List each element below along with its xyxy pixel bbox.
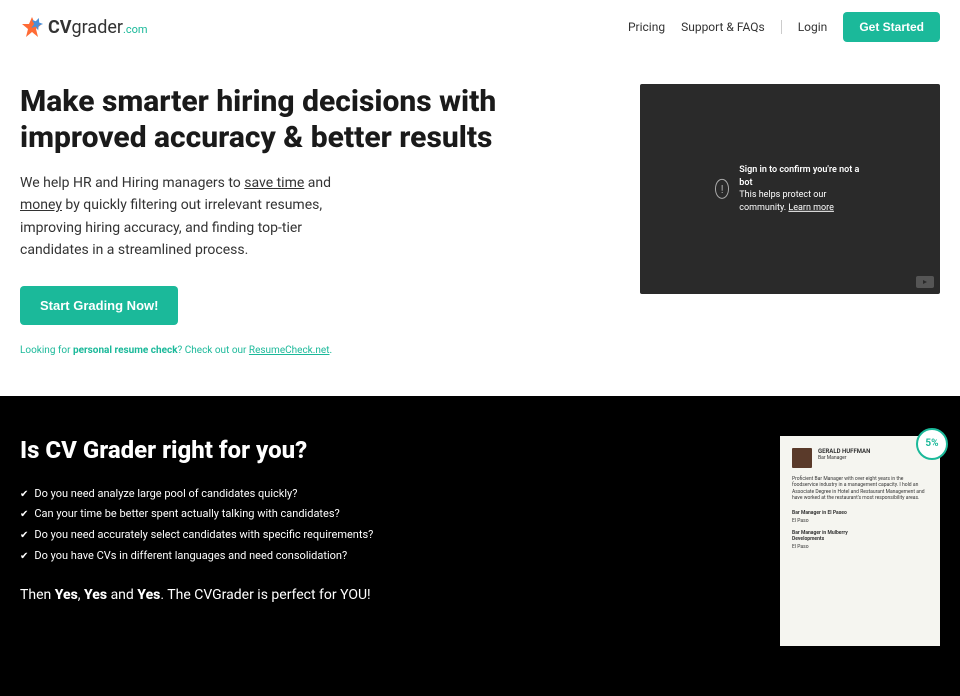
- checklist-item: ✔Can your time be better spent actually …: [20, 504, 740, 525]
- resume-preview: 5% GERALD HUFFMAN Bar Manager Proficient…: [780, 436, 940, 646]
- video-signin-text: Sign in to confirm you're not a bot: [739, 164, 865, 189]
- checklist-item: ✔Do you have CVs in different languages …: [20, 546, 740, 567]
- checklist-item: ✔Do you need accurately select candidate…: [20, 525, 740, 546]
- logo-text: CVgrader.com: [48, 17, 148, 38]
- check-icon: ✔: [20, 547, 28, 566]
- hero-description: We help HR and Hiring managers to save t…: [20, 172, 360, 262]
- nav-divider: [781, 20, 782, 34]
- nav: Pricing Support & FAQs Login Get Started: [628, 12, 940, 42]
- checklist: ✔Do you need analyze large pool of candi…: [20, 484, 740, 568]
- get-started-button[interactable]: Get Started: [843, 12, 940, 42]
- hero-subtext: Looking for personal resume check? Check…: [20, 345, 610, 356]
- check-icon: ✔: [20, 526, 28, 545]
- nav-support[interactable]: Support & FAQs: [681, 20, 765, 34]
- resumecheck-link[interactable]: ResumeCheck.net: [249, 345, 330, 356]
- check-icon: ✔: [20, 505, 28, 524]
- resume-photo: [792, 448, 812, 468]
- video-learn-more-link[interactable]: Learn more: [788, 203, 834, 213]
- resume-name: GERALD HUFFMAN: [818, 448, 870, 455]
- youtube-icon: [916, 276, 934, 288]
- hero-title: Make smarter hiring decisions with impro…: [20, 84, 610, 156]
- logo[interactable]: CVgrader.com: [20, 15, 148, 39]
- logo-icon: [20, 15, 44, 39]
- conclusion-text: Then Yes, Yes and Yes. The CVGrader is p…: [20, 587, 740, 603]
- start-grading-button[interactable]: Start Grading Now!: [20, 286, 178, 325]
- nav-pricing[interactable]: Pricing: [628, 20, 665, 34]
- section-title: Is CV Grader right for you?: [20, 436, 740, 464]
- video-overlay: ! Sign in to confirm you're not a bot Th…: [715, 164, 865, 214]
- info-icon: !: [715, 179, 729, 199]
- nav-login[interactable]: Login: [798, 20, 828, 34]
- video-embed[interactable]: ! Sign in to confirm you're not a bot Th…: [640, 84, 940, 294]
- check-icon: ✔: [20, 485, 28, 504]
- checklist-item: ✔Do you need analyze large pool of candi…: [20, 484, 740, 505]
- resume-summary: Proficient Bar Manager with over eight y…: [792, 476, 928, 502]
- score-badge: 5%: [916, 428, 948, 460]
